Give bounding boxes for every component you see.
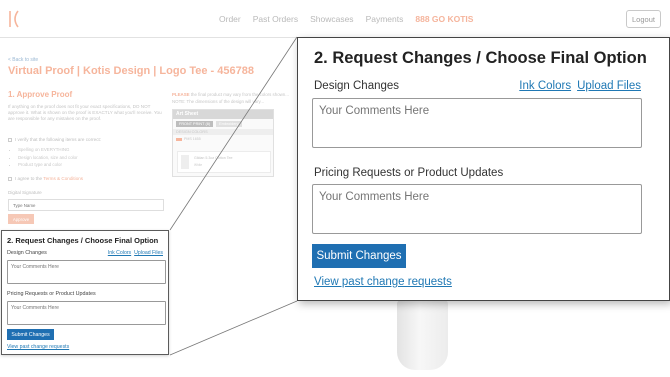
design-changes-label: Design Changes <box>7 250 47 256</box>
pricing-requests-textarea[interactable] <box>7 301 166 325</box>
panel-title: 2. Request Changes / Choose Final Option <box>7 236 159 245</box>
upload-files-link[interactable]: Upload Files <box>134 250 163 256</box>
verify-item: Spelling on EVERYTHING <box>18 146 78 154</box>
view-past-change-requests-link[interactable]: View past change requests <box>7 344 69 350</box>
product-name: Gildan 5.3oz Cotton Tee <box>194 156 233 160</box>
proof-note-line-2: NOTE: The dimensions of the design will … <box>172 99 265 105</box>
art-sheet-product: Gildan 5.3oz Cotton Tee White <box>177 151 271 173</box>
signature-label: Digital Signature <box>8 190 42 195</box>
pms-color-row: PMS 1655 <box>173 135 273 143</box>
nav-links: Order Past Orders Showcases Payments 888… <box>219 14 473 24</box>
art-sheet: Art Sheet FRONT PRINT (8) Embroidery DES… <box>172 109 274 177</box>
design-changes-textarea[interactable] <box>7 260 166 284</box>
pricing-requests-label: Pricing Requests or Product Updates <box>7 291 96 297</box>
approve-proof-heading: 1. Approve Proof <box>8 90 73 99</box>
color-swatch <box>176 137 182 141</box>
approve-proof-instructions: If anything on the proof does not fit yo… <box>8 104 162 122</box>
verify-checkbox[interactable] <box>8 137 12 142</box>
verify-label: I verify that the following items are co… <box>15 137 102 142</box>
pms-code: PMS 1655 <box>184 137 201 141</box>
pricing-requests-label: Pricing Requests or Product Updates <box>314 167 504 179</box>
design-links: Ink Colors Upload Files <box>513 80 641 92</box>
kotis-logo-icon[interactable] <box>8 10 20 28</box>
signature-input[interactable] <box>8 199 164 211</box>
terms-link[interactable]: Terms & Conditions <box>43 176 83 181</box>
verify-checkbox-row[interactable]: I verify that the following items are co… <box>8 137 101 142</box>
logout-button[interactable]: Logout <box>626 10 661 28</box>
verify-item: Product type and color <box>18 161 78 169</box>
proof-note-line-1: the final product may vary from the colo… <box>190 92 289 97</box>
nav-link-showcases[interactable]: Showcases <box>310 14 353 24</box>
design-links: Ink Colors Upload Files <box>105 250 163 256</box>
panel-title: 2. Request Changes / Choose Final Option <box>314 49 647 67</box>
nav-link-past-orders[interactable]: Past Orders <box>253 14 298 24</box>
back-to-site-link[interactable]: < Back to site <box>8 57 38 63</box>
top-navigation: Order Past Orders Showcases Payments 888… <box>0 0 670 38</box>
page-title: Virtual Proof | Kotis Design | Logo Tee … <box>8 65 254 77</box>
verify-list: Spelling on EVERYTHING Design location, … <box>18 146 78 169</box>
proof-note: PLEASE the final product may vary from t… <box>172 91 289 105</box>
upload-files-link[interactable]: Upload Files <box>577 80 641 92</box>
agree-checkbox-row[interactable]: I agree to the Terms & Conditions <box>8 176 83 181</box>
art-sheet-tabs: FRONT PRINT (8) Embroidery <box>173 119 273 129</box>
design-changes-label: Design Changes <box>314 80 400 92</box>
submit-changes-button[interactable]: Submit Changes <box>7 329 54 340</box>
nav-phone-number[interactable]: 888 GO KOTIS <box>415 14 473 24</box>
nav-link-payments[interactable]: Payments <box>366 14 404 24</box>
request-changes-panel-small: 2. Request Changes / Choose Final Option… <box>1 230 169 355</box>
agree-checkbox[interactable] <box>8 176 12 181</box>
design-changes-textarea[interactable] <box>312 98 642 148</box>
submit-changes-button[interactable]: Submit Changes <box>312 244 406 268</box>
nav-link-order[interactable]: Order <box>219 14 241 24</box>
product-thumbnail <box>181 155 189 169</box>
product-image <box>397 300 448 370</box>
ink-colors-link[interactable]: Ink Colors <box>519 80 571 92</box>
pricing-requests-textarea[interactable] <box>312 184 642 234</box>
request-changes-panel-zoomed: 2. Request Changes / Choose Final Option… <box>297 37 670 301</box>
approve-button[interactable]: Approve <box>8 214 34 224</box>
tab-front-print[interactable]: FRONT PRINT (8) <box>176 121 214 127</box>
tab-embroidery[interactable]: Embroidery <box>216 121 242 127</box>
art-sheet-title: Art Sheet <box>173 110 273 119</box>
product-color: White <box>194 163 203 167</box>
agree-prefix: I agree to the <box>15 176 43 181</box>
proof-note-label: PLEASE <box>172 92 190 97</box>
ink-colors-link[interactable]: Ink Colors <box>108 250 131 256</box>
view-past-change-requests-link[interactable]: View past change requests <box>314 276 452 288</box>
verify-item: Design location, size and color <box>18 154 78 162</box>
